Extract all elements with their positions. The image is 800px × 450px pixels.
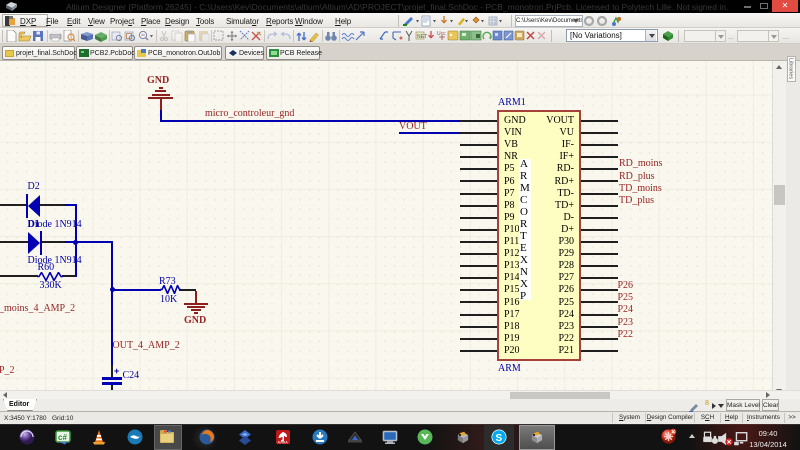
svg-text:NET: NET: [417, 34, 427, 40]
svg-text:S: S: [496, 433, 503, 444]
svg-text:AVIRA: AVIRA: [278, 441, 289, 445]
svg-text:c#: c#: [58, 433, 67, 442]
svg-text:Ucc: Ucc: [437, 31, 446, 37]
